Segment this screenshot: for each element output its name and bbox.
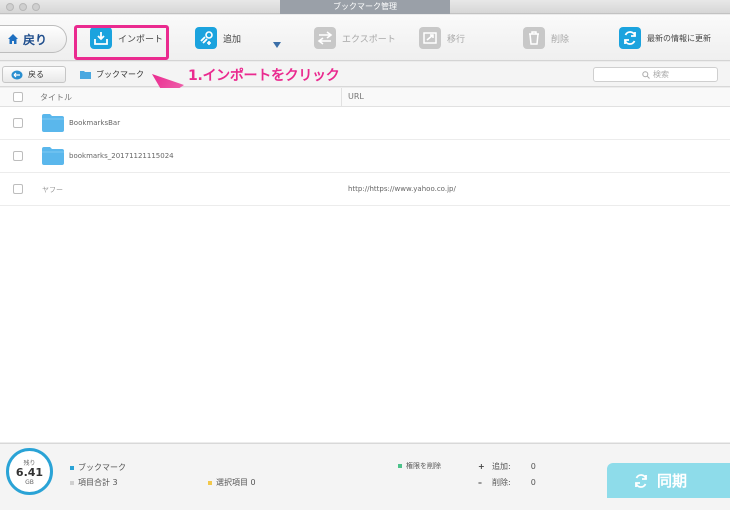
home-back-button[interactable]: 戻り [0,25,67,53]
breadcrumb-label: ブックマーク [96,70,144,79]
storage-gauge: 残り 6.41 GB [6,448,53,495]
total-items-swatch [70,480,74,485]
move-button[interactable]: 移行 [419,15,465,61]
navigation-bar: 戻る ブックマーク 検索 [0,62,730,87]
export-button[interactable]: エクスポート [314,15,396,61]
deleted-value: 0 [530,478,536,487]
delete-label: 削除 [551,34,570,45]
bookmark-table: タイトル URL BookmarksBar bookmarks_20171121… [0,88,730,442]
refresh-icon [619,27,641,49]
window-controls[interactable] [6,3,40,11]
select-all-checkbox[interactable] [13,92,23,102]
column-separator[interactable] [341,88,342,107]
selected-items-swatch [208,480,212,485]
row-title: BookmarksBar [69,119,121,127]
legend-bookmark: ブックマーク [70,462,126,473]
added-label: 追加: [492,462,511,471]
row-title: ヤフー [42,186,63,194]
annotation-label: 1.インポートをクリック [188,68,340,84]
nav-back-label: 戻る [28,70,44,79]
search-placeholder: 検索 [653,70,669,79]
home-icon [8,34,18,44]
breadcrumb[interactable]: ブックマーク [80,69,144,80]
total-items-label: 項目合計 3 [78,478,118,487]
deleted-label: 削除: [492,478,511,487]
added-count: + 追加: 0 [478,461,536,472]
add-link-icon [195,27,217,49]
search-icon [642,70,650,79]
sync-label: 同期 [657,472,688,490]
added-value: 0 [530,462,536,471]
export-label: エクスポート [342,34,396,45]
add-label: 追加 [223,34,242,45]
move-label: 移行 [447,34,466,45]
legend-bookmark-label: ブックマーク [78,463,126,472]
plus-icon: + [478,462,485,471]
column-header-url[interactable]: URL [348,92,364,101]
refresh-label: 最新の情報に更新 [647,33,711,43]
table-row[interactable]: ヤフー http://https://www.yahoo.co.jp/ [0,173,730,206]
remove-permission-label: 権限を削除 [406,462,441,470]
remove-permission-swatch [398,464,402,468]
minus-icon: – [478,478,482,487]
delete-button[interactable]: 削除 [523,15,569,61]
table-header: タイトル URL [0,88,730,107]
status-footer: 残り 6.41 GB ブックマーク 項目合計 3 選択項目 0 権限を削除 + … [0,443,730,510]
total-items: 項目合計 3 [70,477,118,488]
sync-icon [635,473,647,488]
nav-back-button[interactable]: 戻る [2,66,66,83]
row-title: bookmarks_20171121115024 [69,152,174,160]
folder-icon [42,147,64,165]
title-bar: ブックマーク管理 [0,0,730,14]
home-back-label: 戻り [23,32,48,47]
table-row[interactable]: bookmarks_20171121115024 [0,140,730,173]
table-row[interactable]: BookmarksBar [0,107,730,140]
selected-items: 選択項目 0 [208,477,256,488]
add-button[interactable]: 追加 [195,15,241,61]
export-icon [314,27,336,49]
import-highlight-box [74,25,169,60]
move-icon [419,27,441,49]
legend-bookmark-swatch [70,465,74,470]
sync-button[interactable]: 同期 [607,463,730,498]
selected-items-label: 選択項目 0 [216,478,256,487]
window-title: ブックマーク管理 [280,0,450,14]
minimize-window-button[interactable] [19,3,27,11]
storage-value: 6.41 [15,465,44,479]
remove-permission: 権限を削除 [398,461,441,471]
deleted-count: – 削除: 0 [478,477,536,488]
add-dropdown-chevron-icon[interactable] [273,42,281,48]
row-checkbox[interactable] [13,118,23,128]
refresh-button[interactable]: 最新の情報に更新 [619,15,711,61]
close-window-button[interactable] [6,3,14,11]
back-cloud-icon [11,70,23,79]
search-input[interactable]: 検索 [593,67,718,82]
row-url: http://https://www.yahoo.co.jp/ [348,185,456,193]
folder-icon [80,71,91,79]
storage-unit: GB [25,478,34,486]
trash-icon [523,27,545,49]
row-checkbox[interactable] [13,151,23,161]
folder-icon [42,114,64,132]
column-header-title[interactable]: タイトル [40,92,72,103]
zoom-window-button[interactable] [32,3,40,11]
row-checkbox[interactable] [13,184,23,194]
